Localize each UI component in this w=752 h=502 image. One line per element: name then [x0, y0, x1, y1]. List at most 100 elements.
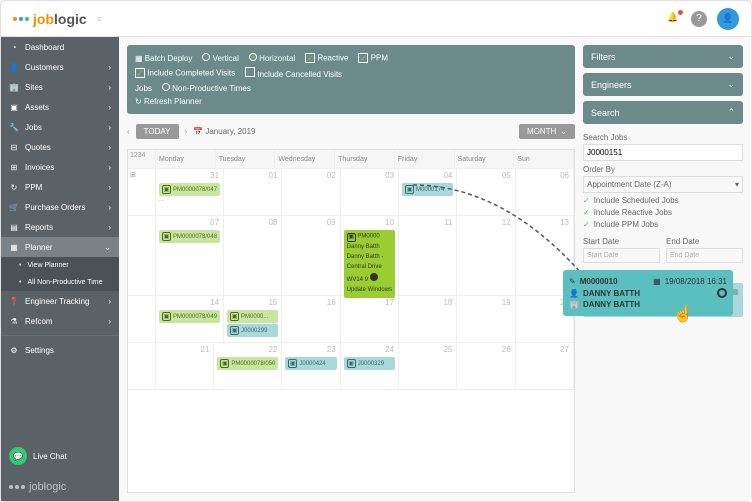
expand-icon[interactable]: ⊞ [130, 172, 136, 179]
sidebar-item-quotes[interactable]: ⊟Quotes› [1, 137, 119, 157]
cursor-hand-icon: ☝ [673, 304, 693, 324]
user-icon: 👤 [9, 62, 19, 72]
job-tooltip: ✎M0000010▦19/08/2018 16:31 👤DANNY BATTH … [563, 270, 733, 316]
sidebar-item-engineer-tracking[interactable]: 📍Engineer Tracking› [1, 291, 119, 311]
pin-icon: 📍 [9, 296, 19, 306]
calendar-icon: ▦ [653, 277, 661, 286]
view-mode-button[interactable]: MONTH ⌄ [519, 124, 575, 139]
non-productive-radio[interactable]: Non-Productive Times [162, 83, 251, 93]
sidebar-item-planner[interactable]: ▦Planner⌄ [1, 237, 119, 257]
calendar-cell[interactable]: 09 [282, 216, 340, 295]
sidebar-item-ppm[interactable]: ↻PPM› [1, 177, 119, 197]
event-reactive[interactable]: ▣J0000329 [344, 357, 395, 370]
invoice-icon: ⊞ [9, 162, 19, 172]
event-ppm[interactable]: ▣PM0000... [227, 310, 278, 323]
event-ppm[interactable]: ▣PM0000078/047 [159, 183, 220, 196]
calendar-cell[interactable]: 02 [282, 169, 340, 215]
sidebar-item-invoices[interactable]: ⊞Invoices› [1, 157, 119, 177]
batch-deploy-button[interactable]: ▦ Batch Deploy [135, 54, 192, 63]
calendar-cell[interactable]: 01 [224, 169, 282, 215]
help-icon[interactable]: ? [691, 11, 707, 27]
include-reactive-check[interactable]: ✓ Include Reactive Jobs [583, 208, 743, 217]
calendar-cell[interactable]: 22▣PM0000078/050 [214, 343, 282, 389]
event-ppm[interactable]: ▣PM0000078/049 [159, 310, 220, 323]
end-date-input[interactable]: End Date [666, 248, 743, 263]
sidebar-item-non-productive[interactable]: •All Non-Productive Time [1, 274, 119, 291]
calendar-cell[interactable]: 24▣J0000329 [341, 343, 399, 389]
start-date-input[interactable]: Start Date [583, 248, 660, 263]
include-ppm-check[interactable]: ✓ Include PPM Jobs [583, 220, 743, 229]
reactive-checkbox[interactable]: ✓ Reactive [305, 53, 348, 63]
order-by-label: Order By [583, 165, 743, 174]
sidebar-item-refcom[interactable]: ⚗Refcom› [1, 311, 119, 331]
person-icon: 👤 [569, 289, 579, 298]
event-reactive[interactable]: ▣M0000174 [402, 183, 453, 196]
horizontal-radio[interactable]: Horizontal [249, 53, 295, 63]
filters-panel-header[interactable]: Filters⌄ [583, 45, 743, 68]
calendar-cell[interactable]: 11 [399, 216, 457, 295]
calendar-cell[interactable]: 05 [457, 169, 515, 215]
calendar-cell[interactable]: 14▣PM0000078/049 [156, 296, 224, 342]
calendar-cell[interactable]: 15▣PM0000...▣J0000299 [224, 296, 282, 342]
vertical-radio[interactable]: Vertical [202, 53, 238, 63]
calendar-cell[interactable]: 08 [224, 216, 282, 295]
calendar-cell[interactable]: 26 [457, 343, 515, 389]
end-date-label: End Date [666, 237, 743, 246]
event-reactive[interactable]: ▣J0000424 [285, 357, 336, 370]
sidebar-item-jobs[interactable]: 🔧Jobs› [1, 117, 119, 137]
calendar-cell[interactable]: 19 [457, 296, 515, 342]
hamburger-icon[interactable]: ≡ [97, 14, 102, 24]
sidebar-item-customers[interactable]: 👤Customers› [1, 57, 119, 77]
start-date-label: Start Date [583, 237, 660, 246]
calendar-cell[interactable]: 03 [341, 169, 399, 215]
calendar-cell[interactable]: 17 [341, 296, 399, 342]
refresh-button[interactable]: ↻ Refresh Planner [135, 97, 202, 106]
event-ppm[interactable]: ▣PM0000078/048 [159, 230, 220, 243]
calendar-cell[interactable]: 25 [399, 343, 457, 389]
app-header: joblogic ≡ 🔔 ? 👤 [1, 1, 751, 37]
ppm-checkbox[interactable]: ✓ PPM [358, 53, 388, 63]
include-scheduled-check[interactable]: ✓ Include Scheduled Jobs [583, 196, 743, 205]
sidebar-item-assets[interactable]: ▣Assets› [1, 97, 119, 117]
sidebar-item-sites[interactable]: 🏢Sites› [1, 77, 119, 97]
order-by-select[interactable]: Appointment Date (Z-A)▾ [583, 176, 743, 193]
search-jobs-label: Search Jobs [583, 133, 743, 142]
month-picker[interactable]: 📅 January, 2019 [193, 127, 255, 136]
search-jobs-input[interactable] [583, 144, 743, 161]
calendar-cell[interactable]: 23▣J0000424 [282, 343, 340, 389]
user-avatar[interactable]: 👤 [717, 8, 739, 30]
live-chat-button[interactable]: 💬Live Chat [1, 439, 119, 473]
event-reactive[interactable]: ▣J0000299 [227, 324, 278, 337]
calendar-cell[interactable]: 31▣PM0000078/047... [156, 169, 224, 215]
search-panel-header[interactable]: Search⌃ [583, 101, 743, 124]
doc-icon: ⊟ [9, 142, 19, 152]
sidebar: ◔Dashboard 👤Customers› 🏢Sites› ▣Assets› … [1, 37, 119, 501]
calendar-cell[interactable]: 21 [156, 343, 214, 389]
cal-prev-button[interactable]: ‹ [127, 127, 130, 136]
calendar-cell[interactable]: 07▣PM0000078/048 [156, 216, 224, 295]
sidebar-item-view-planner[interactable]: •View Planner [1, 257, 119, 274]
sidebar-item-settings[interactable]: ⚙Settings [1, 340, 119, 360]
building-icon: 🏢 [9, 82, 19, 92]
cal-next-button[interactable]: › [185, 127, 188, 136]
calendar-cell[interactable]: 27 [516, 343, 574, 389]
sidebar-item-reports[interactable]: ▤Reports› [1, 217, 119, 237]
calendar-cell[interactable]: 12 [457, 216, 515, 295]
cancelled-visits-checkbox[interactable]: Include Cancelled Visits [245, 67, 342, 79]
gauge-icon: ◔ [9, 42, 19, 52]
calendar-cell[interactable]: 04▣M0000174 [399, 169, 457, 215]
engineers-panel-header[interactable]: Engineers⌄ [583, 73, 743, 96]
notification-bell-icon[interactable]: 🔔 [667, 12, 681, 26]
sidebar-item-dashboard[interactable]: ◔Dashboard [1, 37, 119, 57]
event-ppm[interactable]: ▣PM0000078/050 [217, 357, 278, 370]
calendar-cell[interactable]: 16 [282, 296, 340, 342]
calendar-cell[interactable]: 10 ▣ PM0000 Danny Batth Danny Batth - Ce… [341, 216, 399, 295]
calendar-cell[interactable]: 06 [516, 169, 574, 215]
event-detail[interactable]: ▣ PM0000 Danny Batth Danny Batth - Centr… [344, 230, 395, 298]
row-label: 1234 [128, 150, 156, 168]
today-button[interactable]: TODAY [136, 124, 179, 139]
sidebar-item-purchase-orders[interactable]: 🛒Purchase Orders› [1, 197, 119, 217]
completed-visits-checkbox[interactable]: ✓ Include Completed Visits [135, 68, 235, 78]
building-icon: 🏢 [569, 300, 579, 309]
calendar-cell[interactable]: 18 [399, 296, 457, 342]
